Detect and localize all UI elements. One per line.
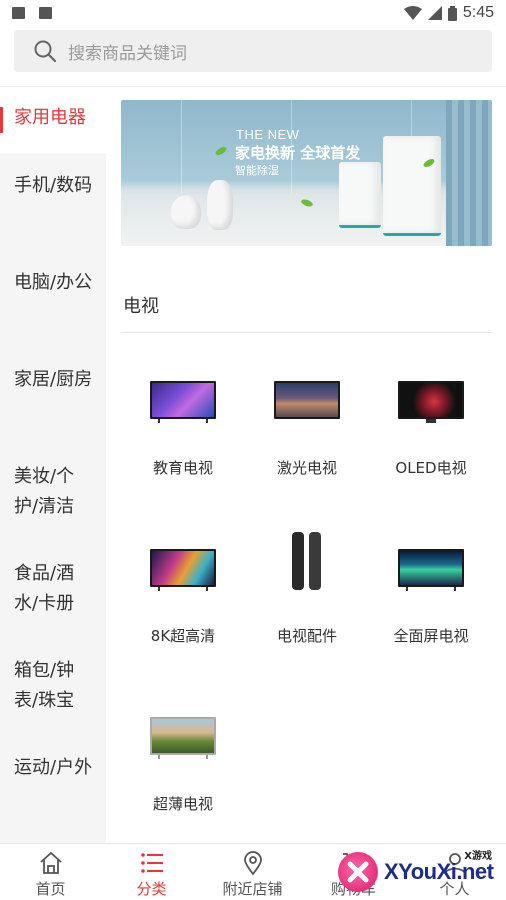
vase-decoration [171, 195, 201, 229]
category-item-oled-tv[interactable]: OLED电视 [369, 377, 493, 527]
sidebar-item-sports[interactable]: 运动/户外 [0, 735, 106, 832]
category-sidebar: 家用电器 手机/数码 电脑/办公 家居/厨房 美妆/个护/清洁 食品/酒水/卡册… [0, 87, 106, 843]
tv-landscape-icon [148, 713, 218, 759]
sidebar-item-computers[interactable]: 电脑/办公 [0, 250, 106, 347]
sidebar-item-bags[interactable]: 箱包/钟表/珠宝 [0, 638, 106, 735]
vase-decoration [207, 180, 233, 230]
category-item-education-tv[interactable]: 教育电视 [121, 377, 245, 527]
tv-butterfly-icon [148, 377, 218, 423]
category-item-fullscreen-tv[interactable]: 全面屏电视 [369, 545, 493, 695]
category-item-8k-tv[interactable]: 8K超高清 [121, 545, 245, 695]
battery-icon [447, 5, 457, 21]
search-placeholder: 搜索商品关键词 [68, 43, 187, 64]
section-title: 电视 [123, 296, 159, 317]
promo-banner[interactable]: THE NEW 家电换新 全球首发 智能除湿 [121, 100, 492, 246]
signal-icon [427, 6, 442, 20]
remote-control-icon [272, 532, 342, 592]
image-notification-icon [12, 7, 25, 19]
search-icon [34, 40, 56, 62]
tv-mountain-icon [272, 377, 342, 423]
sidebar-item-home[interactable]: 家居/厨房 [0, 347, 106, 444]
category-item-slim-tv[interactable]: 超薄电视 [121, 713, 245, 863]
sidebar-item-beauty[interactable]: 美妆/个护/清洁 [0, 444, 106, 541]
sidebar-item-phones[interactable]: 手机/数码 [0, 153, 106, 250]
tv-aurora-icon [396, 545, 466, 591]
watermark: XYouXi.net X游戏 [338, 843, 506, 900]
curtain-decoration [446, 100, 492, 246]
location-pin-icon [243, 851, 262, 876]
category-item-tv-accessories[interactable]: 电视配件 [245, 532, 369, 687]
search-input[interactable]: 搜索商品关键词 [14, 30, 492, 72]
watermark-brand: XYouXi.net [384, 858, 494, 884]
status-bar: 5:45 [0, 0, 506, 26]
category-item-laser-tv[interactable]: 激光电视 [245, 377, 369, 527]
wifi-icon [403, 6, 422, 20]
dehumidifier-large-image [383, 136, 441, 236]
home-icon [39, 851, 62, 874]
dehumidifier-small-image [339, 162, 381, 228]
banner-tagline: THE NEW [236, 127, 300, 142]
nav-category[interactable]: 分类 [101, 844, 202, 900]
sidebar-item-appliances[interactable]: 家用电器 [0, 87, 106, 153]
nav-nearby-stores[interactable]: 附近店铺 [202, 844, 303, 900]
app-notification-icon [39, 7, 52, 19]
list-icon [140, 853, 163, 873]
nav-home[interactable]: 首页 [0, 844, 101, 900]
banner-subtitle: 智能除湿 [235, 164, 279, 177]
watermark-small: X游戏 [464, 851, 492, 862]
category-content: THE NEW 家电换新 全球首发 智能除湿 电视 教育电视 激光电视 OLED… [106, 87, 506, 843]
section-divider [121, 332, 492, 333]
tv-dark-icon [396, 377, 466, 423]
clock: 5:45 [462, 4, 494, 21]
watermark-logo-icon [338, 851, 378, 892]
sidebar-item-food[interactable]: 食品/酒水/卡册 [0, 541, 106, 638]
tv-colorful-icon [148, 545, 218, 591]
banner-title: 家电换新 全球首发 [235, 144, 361, 162]
